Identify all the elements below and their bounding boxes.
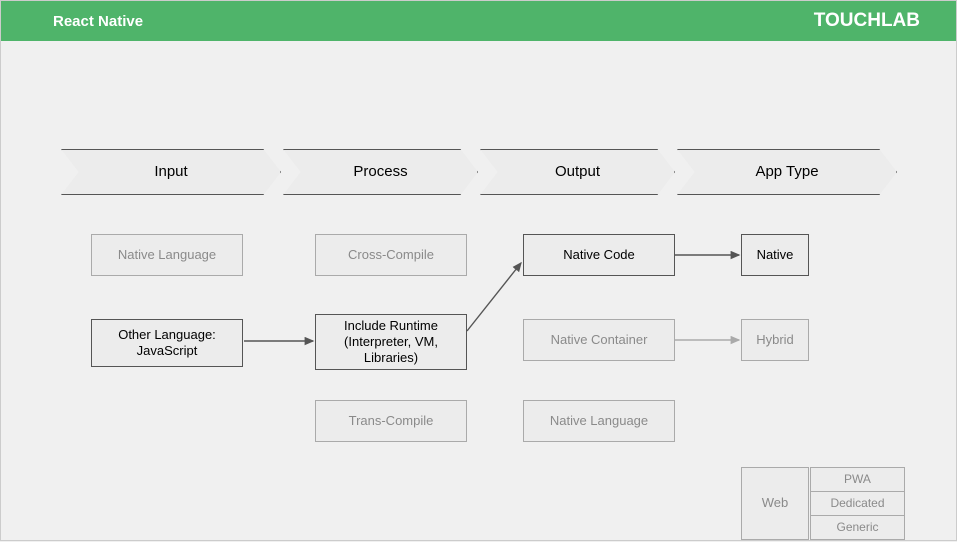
node-web: Web xyxy=(741,467,809,540)
node-native-container: Native Container xyxy=(523,319,675,361)
node-generic: Generic xyxy=(810,515,905,540)
node-dedicated: Dedicated xyxy=(810,491,905,516)
node-native-language-2: Native Language xyxy=(523,400,675,442)
node-native: Native xyxy=(741,234,809,276)
node-trans-compile: Trans-Compile xyxy=(315,400,467,442)
slide-header: React Native TOUCHLAB xyxy=(1,1,956,41)
node-hybrid: Hybrid xyxy=(741,319,809,361)
node-other-language: Other Language: JavaScript xyxy=(91,319,243,367)
slide-title: React Native xyxy=(53,13,143,30)
stage-apptype: App Type xyxy=(677,149,897,195)
node-include-runtime: Include Runtime (Interpreter, VM, Librar… xyxy=(315,314,467,370)
stage-process: Process xyxy=(283,149,478,195)
node-pwa: PWA xyxy=(810,467,905,492)
node-cross-compile: Cross-Compile xyxy=(315,234,467,276)
stage-output: Output xyxy=(480,149,675,195)
node-native-code: Native Code xyxy=(523,234,675,276)
stage-input: Input xyxy=(61,149,281,195)
edge-runtime-nativecode xyxy=(467,263,521,331)
brand-logo: TOUCHLAB xyxy=(814,10,920,32)
diagram-canvas: Input Process Output App Type Native Lan… xyxy=(1,41,957,542)
node-native-language: Native Language xyxy=(91,234,243,276)
